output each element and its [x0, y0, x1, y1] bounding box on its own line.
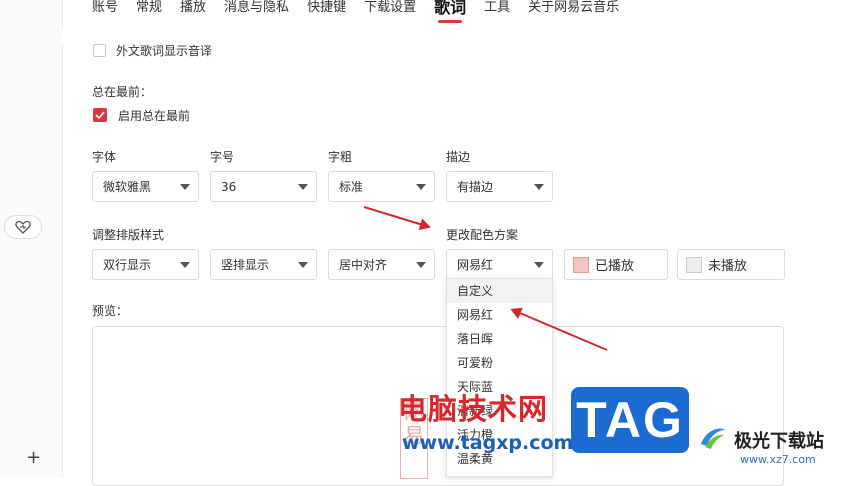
- plus-icon[interactable]: +: [26, 449, 41, 467]
- layout-align-value: 居中对齐: [339, 258, 388, 272]
- chevron-down-icon: [298, 184, 308, 190]
- unplayed-color-swatch: [686, 256, 702, 273]
- tab-lyrics[interactable]: 歌词: [434, 0, 466, 23]
- font-select[interactable]: 微软雅黑: [92, 171, 199, 202]
- weight-select-value: 标准: [339, 180, 364, 194]
- size-label: 字号: [210, 150, 235, 164]
- always-on-top-label: 启用总在最前: [118, 109, 191, 123]
- color-option-netease-red[interactable]: 网易红: [447, 303, 552, 327]
- layout-align-select[interactable]: 居中对齐: [328, 249, 435, 280]
- stroke-select[interactable]: 有描边: [446, 171, 553, 202]
- layout-direction-value: 竖排显示: [221, 258, 270, 272]
- aurora-logo-icon: [701, 428, 725, 449]
- color-scheme-value: 网易红: [457, 258, 494, 272]
- chevron-down-icon: [416, 184, 426, 190]
- font-label: 字体: [92, 150, 117, 164]
- tab-playback[interactable]: 播放: [180, 0, 206, 16]
- layout-rows-value: 双行显示: [103, 258, 152, 272]
- chevron-down-icon: [534, 262, 544, 268]
- layout-label: 调整排版样式: [92, 228, 165, 242]
- watermark-tag-logo: TAG: [571, 387, 689, 453]
- size-select[interactable]: 36: [210, 171, 317, 202]
- foreign-pronunciation-label: 外文歌词显示音译: [116, 44, 213, 58]
- chevron-down-icon: [180, 262, 190, 268]
- always-on-top-heading: 总在最前：: [92, 85, 153, 99]
- played-color-label: 已播放: [595, 259, 635, 274]
- foreign-pronunciation-checkbox[interactable]: [93, 44, 106, 57]
- stroke-select-value: 有描边: [457, 180, 494, 194]
- settings-tab-bar: 账号 常规 播放 消息与隐私 快捷键 下载设置 歌词 工具 关于网易云音乐: [92, 0, 637, 23]
- watermark-url: www.tagxp.com: [402, 432, 574, 454]
- left-rail: +: [0, 0, 63, 477]
- clip-overlay: [62, 30, 848, 44]
- tab-tools[interactable]: 工具: [484, 0, 510, 16]
- stroke-label: 描边: [446, 150, 471, 164]
- tab-download-settings[interactable]: 下载设置: [364, 0, 416, 16]
- chevron-down-icon: [416, 262, 426, 268]
- tab-about[interactable]: 关于网易云音乐: [528, 0, 619, 16]
- annotation-arrow: [363, 206, 430, 228]
- chevron-down-icon: [298, 262, 308, 268]
- chevron-down-icon: [534, 184, 544, 190]
- color-option-custom[interactable]: 自定义: [447, 279, 552, 303]
- played-color-button[interactable]: 已播放: [564, 249, 668, 280]
- color-option-sunset[interactable]: 落日晖: [447, 327, 552, 351]
- weight-label: 字粗: [328, 150, 353, 164]
- layout-direction-select[interactable]: 竖排显示: [210, 249, 317, 280]
- tab-messages-privacy[interactable]: 消息与隐私: [224, 0, 289, 16]
- size-select-value: 36: [221, 179, 237, 194]
- chevron-down-icon: [180, 184, 190, 190]
- unplayed-color-button[interactable]: 未播放: [677, 249, 785, 280]
- watermark-site-url: www.xz7.com: [740, 453, 816, 466]
- unplayed-color-label: 未播放: [708, 259, 748, 274]
- color-scheme-select[interactable]: 网易红: [446, 249, 553, 280]
- weight-select[interactable]: 标准: [328, 171, 435, 202]
- layout-rows-select[interactable]: 双行显示: [92, 249, 199, 280]
- played-color-swatch: [573, 256, 589, 273]
- preview-label: 预览：: [92, 304, 129, 318]
- font-select-value: 微软雅黑: [103, 180, 152, 194]
- color-option-cute-pink[interactable]: 可爱粉: [447, 351, 552, 375]
- check-icon: [95, 111, 105, 119]
- heart-icon: [15, 220, 31, 234]
- tab-general[interactable]: 常规: [136, 0, 162, 16]
- favorite-button[interactable]: [4, 215, 42, 239]
- always-on-top-checkbox[interactable]: [93, 108, 107, 122]
- tab-shortcuts[interactable]: 快捷键: [307, 0, 346, 16]
- tab-account[interactable]: 账号: [92, 0, 118, 16]
- watermark-text: 电脑技术网: [398, 392, 549, 426]
- watermark-site-name: 极光下载站: [734, 431, 824, 452]
- color-scheme-label: 更改配色方案: [446, 228, 519, 242]
